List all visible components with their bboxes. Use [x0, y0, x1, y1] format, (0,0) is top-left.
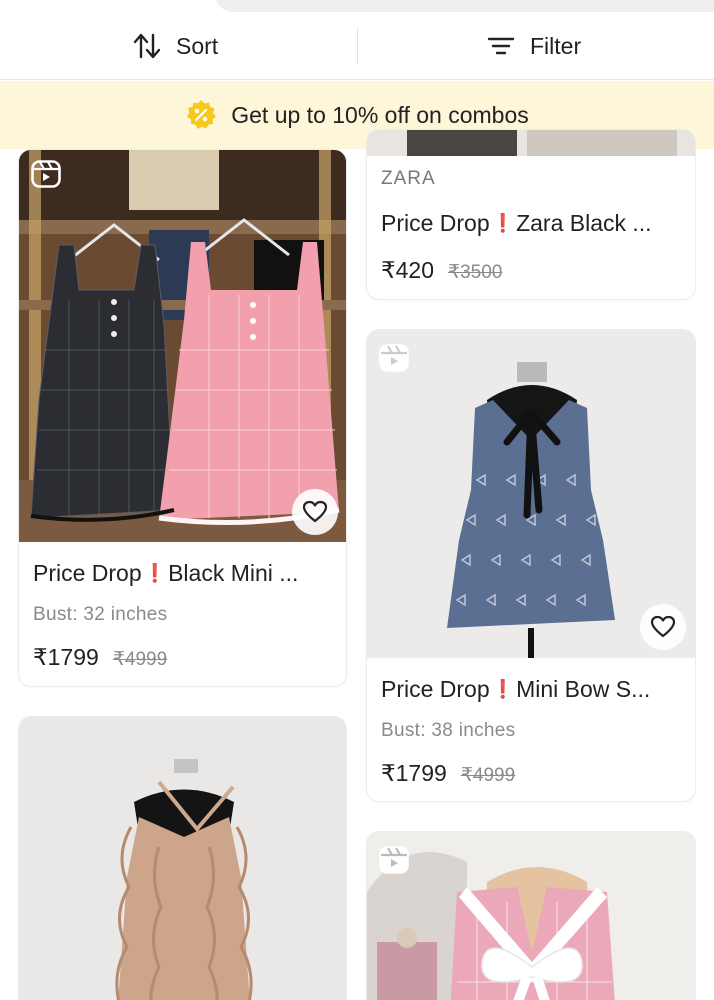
title-rest: Zara Black ...	[516, 210, 652, 236]
title-prefix: Price Drop	[381, 676, 490, 702]
product-detail: Bust: 38 inches	[381, 720, 516, 741]
product-title: Price Drop ❗Black Mini ...	[33, 560, 334, 587]
reel-icon	[379, 344, 409, 372]
sort-icon	[132, 31, 162, 61]
price-row: ₹1799 ₹4999	[33, 644, 334, 671]
sort-button[interactable]: Sort	[132, 12, 218, 80]
filter-icon	[486, 31, 516, 61]
filter-label: Filter	[530, 32, 582, 59]
product-image[interactable]	[19, 150, 346, 542]
product-title: Price Drop ❗Zara Black ...	[381, 210, 683, 237]
product-mrp: ₹4999	[112, 649, 168, 670]
reel-icon	[31, 160, 61, 188]
banner-text: Get up to 10% off on combos	[231, 101, 529, 128]
wishlist-heart-button[interactable]	[292, 489, 338, 535]
heart-icon	[650, 615, 676, 638]
product-card[interactable]: ZARA Price Drop ❗Zara Black ... ₹420 ₹350…	[367, 130, 695, 299]
product-image[interactable]	[367, 330, 695, 658]
title-rest: Black Mini ...	[168, 560, 299, 586]
product-price: ₹420	[381, 257, 435, 283]
top-strip	[0, 0, 714, 12]
sort-filter-bar: Sort Filter	[0, 12, 714, 80]
product-price: ₹1799	[33, 644, 99, 670]
percent-badge-icon	[185, 99, 217, 131]
search-pill-edge	[215, 0, 714, 12]
product-image[interactable]	[367, 832, 695, 1000]
bar-divider	[357, 28, 358, 64]
product-price: ₹1799	[381, 760, 447, 786]
title-prefix: Price Drop	[381, 210, 490, 236]
wishlist-heart-button[interactable]	[640, 604, 686, 650]
reel-icon	[379, 846, 409, 874]
product-image[interactable]	[19, 717, 346, 1000]
product-mrp: ₹4999	[460, 765, 516, 786]
product-card[interactable]	[19, 717, 346, 1000]
exclamation-icon: ❗	[491, 679, 515, 699]
filter-button[interactable]: Filter	[486, 12, 581, 80]
product-title: Price Drop ❗Mini Bow S...	[381, 676, 683, 703]
title-prefix: Price Drop	[33, 560, 142, 586]
product-brand: ZARA	[381, 168, 436, 189]
product-card[interactable]: Price Drop ❗Mini Bow S... Bust: 38 inches…	[367, 330, 695, 801]
exclamation-icon: ❗	[491, 213, 515, 233]
price-row: ₹420 ₹3500	[381, 257, 683, 284]
product-card[interactable]	[367, 832, 695, 1000]
product-card[interactable]: Price Drop ❗Black Mini ... Bust: 32 inche…	[19, 150, 346, 686]
heart-icon	[302, 500, 328, 523]
exclamation-icon: ❗	[143, 563, 167, 583]
title-rest: Mini Bow S...	[516, 676, 651, 702]
product-image[interactable]	[367, 130, 695, 156]
price-row: ₹1799 ₹4999	[381, 760, 683, 787]
product-mrp: ₹3500	[448, 262, 503, 283]
product-detail: Bust: 32 inches	[33, 604, 168, 625]
sort-label: Sort	[176, 32, 219, 59]
